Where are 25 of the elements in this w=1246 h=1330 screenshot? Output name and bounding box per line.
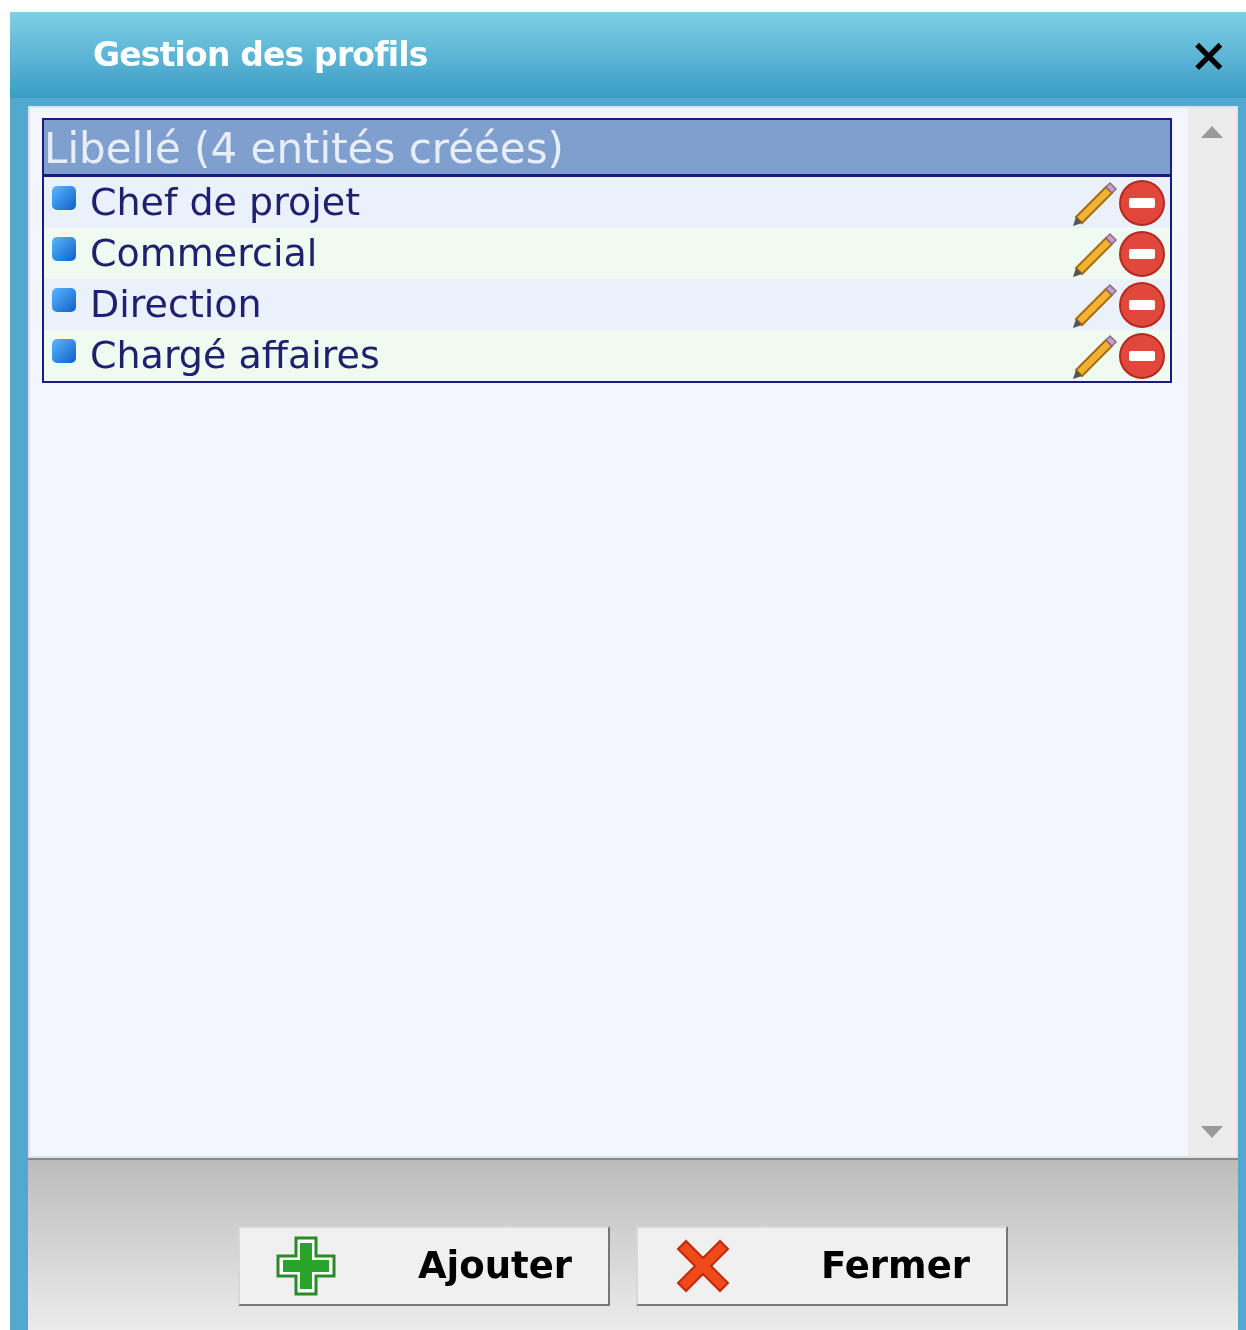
delete-icon[interactable]	[1118, 178, 1166, 227]
window-title: Gestion des profils	[93, 34, 428, 77]
column-header: Libellé (4 entités créées)	[44, 120, 1170, 177]
profile-label: Chef de projet	[90, 179, 362, 226]
scroll-down-icon[interactable]	[1201, 1126, 1223, 1138]
scroll-up-icon[interactable]	[1201, 126, 1223, 138]
scrollbar[interactable]	[1188, 108, 1236, 1156]
profile-label: Direction	[90, 281, 263, 328]
bullet-icon	[52, 185, 76, 210]
delete-icon[interactable]	[1118, 331, 1166, 380]
profile-label: Chargé affaires	[90, 332, 381, 379]
close-button[interactable]: ×	[1189, 32, 1228, 78]
plus-icon	[274, 1234, 338, 1298]
delete-icon[interactable]	[1118, 229, 1166, 278]
table-row[interactable]: Chef de projet	[44, 177, 1170, 228]
add-button[interactable]: Ajouter	[238, 1226, 610, 1306]
close-dialog-button[interactable]: Fermer	[636, 1226, 1008, 1306]
bullet-icon	[52, 338, 76, 363]
table-row[interactable]: Chargé affaires	[44, 330, 1170, 381]
profile-label: Commercial	[90, 230, 319, 277]
bullet-icon	[52, 287, 76, 312]
table-row[interactable]: Commercial	[44, 228, 1170, 279]
bullet-icon	[52, 236, 76, 261]
table-row[interactable]: Direction	[44, 279, 1170, 330]
delete-icon[interactable]	[1118, 280, 1166, 329]
